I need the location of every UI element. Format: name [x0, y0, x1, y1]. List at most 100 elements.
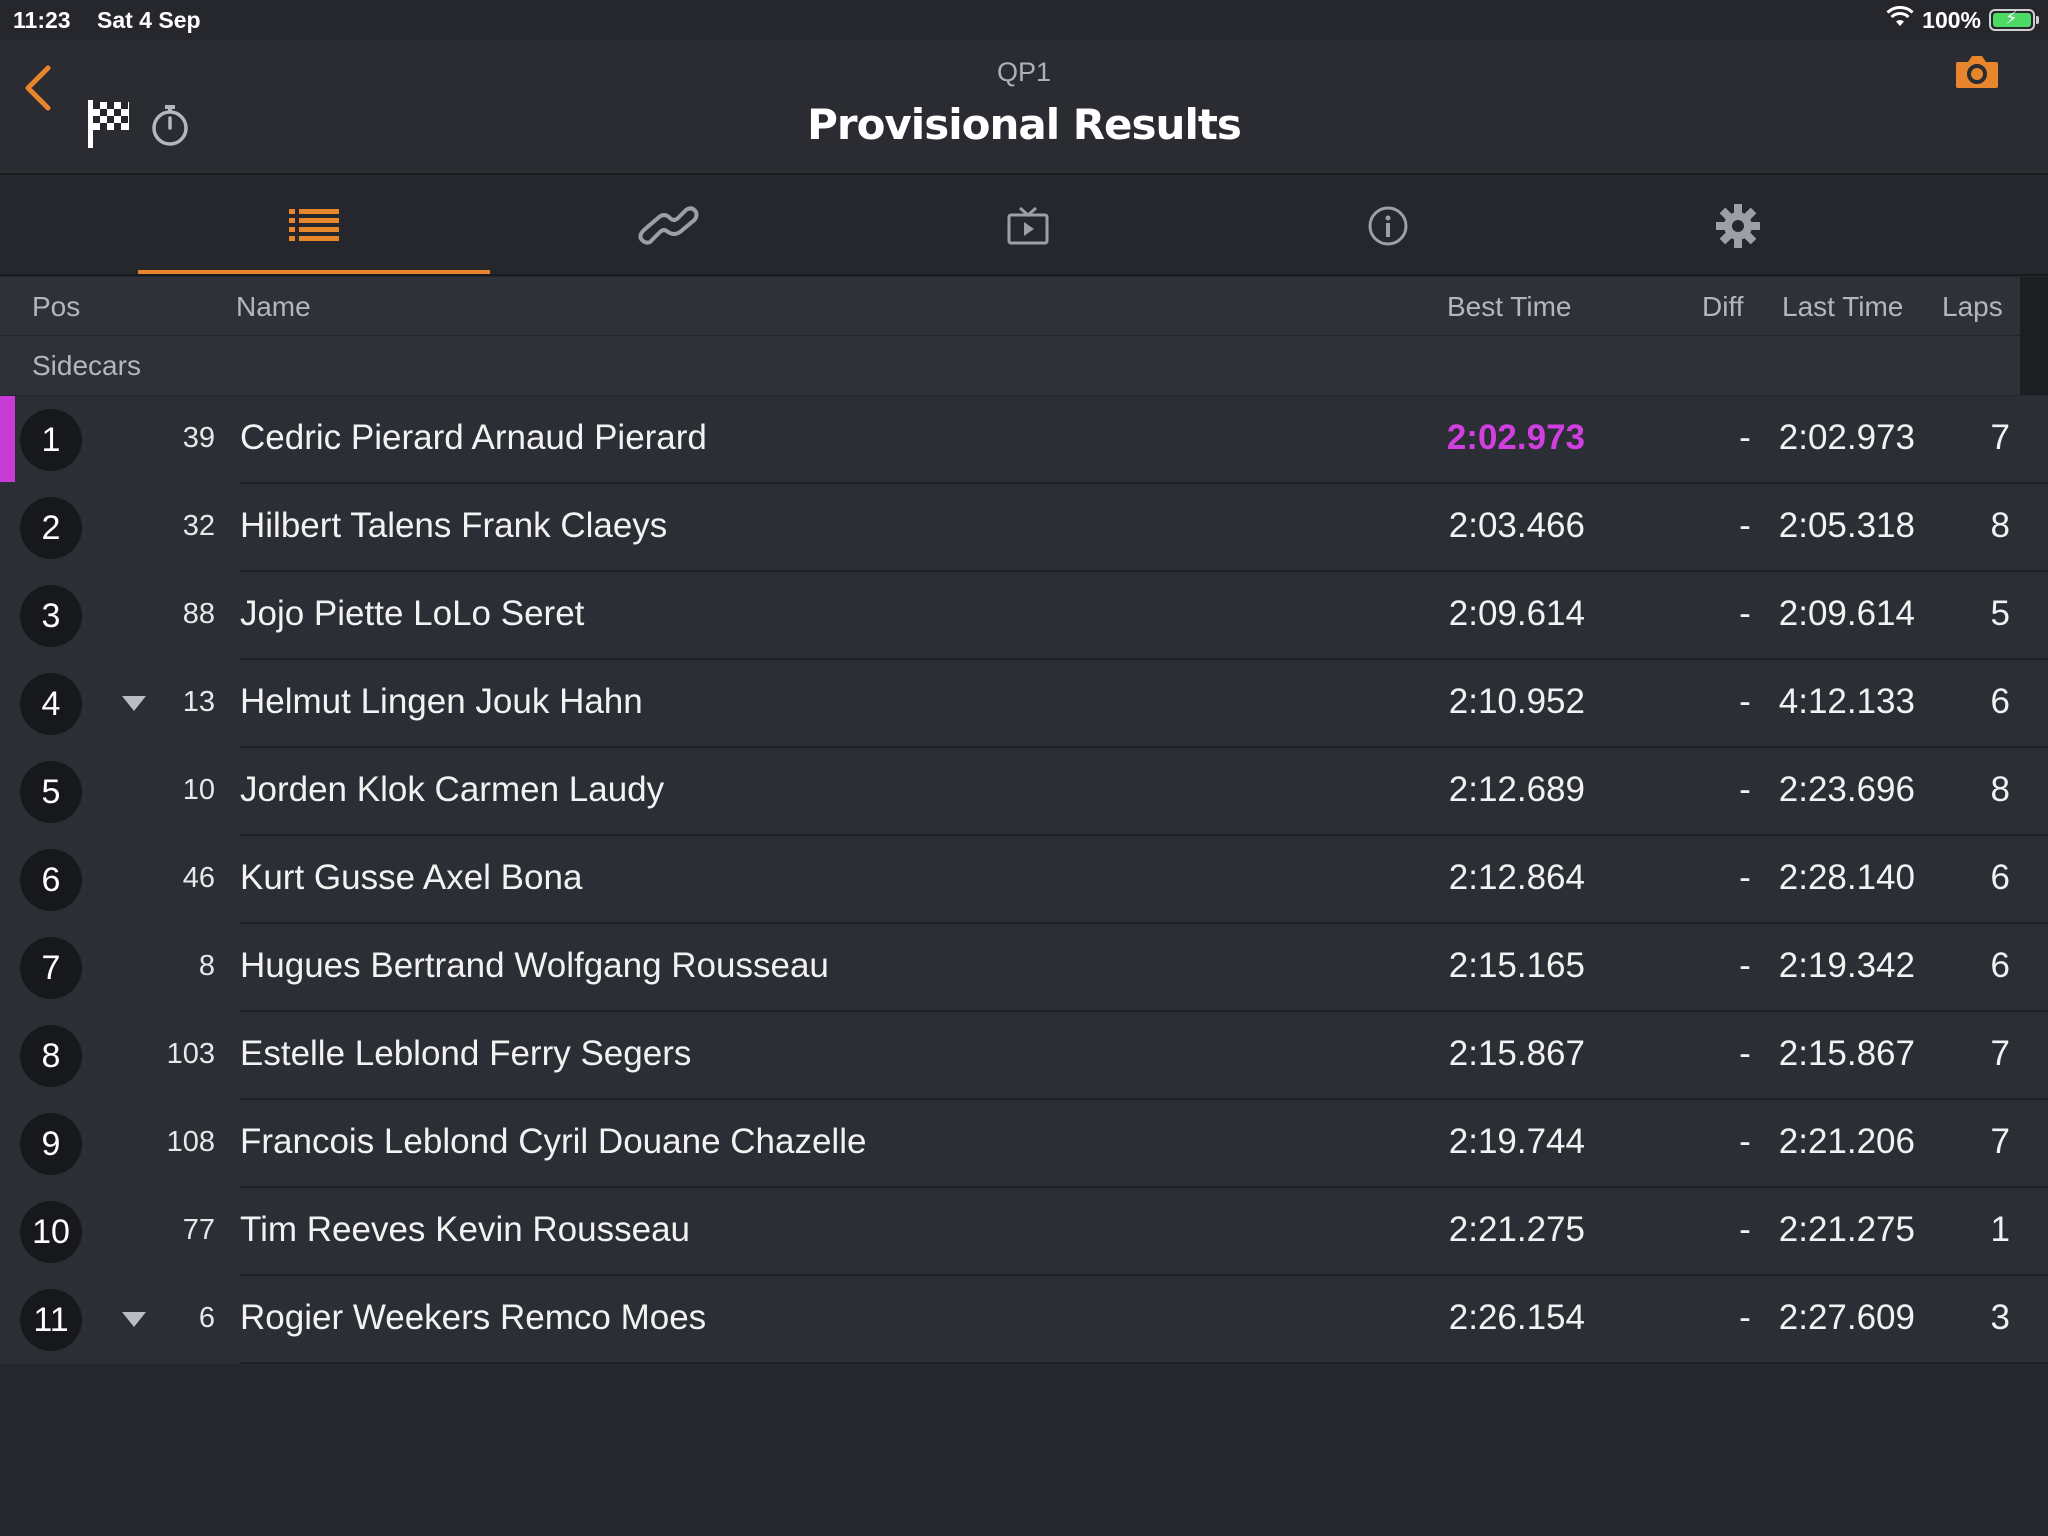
result-row[interactable]: 4 13 Helmut Lingen Jouk Hahn 2:10.952 -4:12.… [0, 660, 2048, 748]
status-indicators: 100% [1886, 5, 2039, 34]
result-row[interactable]: 1 39 Cedric Pierard Arnaud Pierard 2:02.973… [0, 396, 2048, 484]
camera-icon [1956, 56, 1998, 88]
tab-settings[interactable] [1562, 177, 1914, 274]
lap-count: 7 [1990, 1122, 2010, 1161]
result-row[interactable]: 9 108 Francois Leblond Cyril Douane Chazel… [0, 1100, 2048, 1188]
race-number: 46 [182, 862, 215, 894]
last-time: 2:15.867 [1778, 1034, 1915, 1073]
navigation-bar: QP1 Provisional Results [0, 40, 2048, 175]
last-time: 2:19.342 [1778, 946, 1915, 985]
last-time: 2:05.318 [1778, 506, 1915, 545]
lap-count: 6 [1990, 946, 2010, 985]
session-name: QP1 [996, 57, 1052, 87]
tab-bar [0, 177, 2048, 276]
class-group-header: Sidecars [0, 335, 2020, 395]
time-diff: - [1739, 418, 1751, 457]
position-badge: 10 [20, 1201, 82, 1263]
best-time: 2:26.154 [1448, 1298, 1585, 1337]
best-time: 2:21.275 [1448, 1210, 1585, 1249]
driver-names: Rogier Weekers Remco Moes [240, 1298, 707, 1337]
lap-count: 6 [1990, 682, 2010, 721]
last-time: 2:27.609 [1778, 1298, 1915, 1337]
column-best-time[interactable]: Best Time [1447, 291, 1571, 323]
position-badge: 5 [20, 761, 82, 823]
tab-info[interactable] [1212, 177, 1564, 274]
race-number: 108 [166, 1126, 215, 1158]
position-badge: 7 [20, 937, 82, 999]
best-time: 2:02.973 [1446, 418, 1585, 457]
lap-count: 5 [1990, 594, 2010, 633]
time-diff: - [1739, 946, 1751, 985]
column-pos[interactable]: Pos [32, 291, 80, 323]
track-icon [638, 205, 699, 245]
last-time: 2:21.206 [1778, 1122, 1915, 1161]
column-name[interactable]: Name [236, 291, 311, 323]
driver-names: Francois Leblond Cyril Douane Chazelle [240, 1122, 867, 1161]
last-time: 2:23.696 [1778, 770, 1915, 809]
result-row[interactable]: 3 88 Jojo Piette LoLo Seret 2:09.614-2:09.6… [0, 572, 2048, 660]
column-laps[interactable]: Laps [1942, 291, 2003, 323]
driver-names: Hilbert Talens Frank Claeys [240, 506, 668, 545]
last-time: 2:09.614 [1778, 594, 1915, 633]
driver-names: Jojo Piette LoLo Seret [240, 594, 585, 633]
result-row[interactable]: 11 6 Rogier Weekers Remco Moes 2:26.154 -2:2… [0, 1276, 2048, 1364]
best-time: 2:12.864 [1448, 858, 1585, 897]
tab-results-list[interactable] [138, 177, 490, 274]
page-title: Provisional Results [807, 100, 1242, 149]
time-diff: - [1739, 1298, 1751, 1337]
column-diff[interactable]: Diff [1702, 291, 1744, 323]
status-time: 11:23 [13, 7, 71, 33]
position-badge: 6 [20, 849, 82, 911]
last-time: 2:28.140 [1778, 858, 1915, 897]
row-divider-mask [0, 1362, 240, 1364]
lap-count: 7 [1990, 1034, 2010, 1073]
last-time: 2:21.275 [1778, 1210, 1915, 1249]
position-badge: 11 [20, 1289, 82, 1351]
driver-names: Hugues Bertrand Wolfgang Rousseau [240, 946, 829, 985]
driver-names: Kurt Gusse Axel Bona [240, 858, 583, 897]
position-badge: 8 [20, 1025, 82, 1087]
status-date: Sat 4 Sep [97, 7, 201, 33]
column-last-time[interactable]: Last Time [1782, 291, 1903, 323]
lap-count: 8 [1990, 770, 2010, 809]
lap-count: 7 [1990, 418, 2010, 457]
time-diff: - [1739, 1210, 1751, 1249]
class-name: Sidecars [32, 350, 141, 381]
info-icon [1368, 206, 1408, 245]
time-diff: - [1739, 1122, 1751, 1161]
best-time: 2:15.867 [1448, 1034, 1585, 1073]
fastest-lap-indicator [0, 396, 15, 482]
tab-live-tv[interactable] [852, 177, 1204, 274]
result-row[interactable]: 5 10 Jorden Klok Carmen Laudy 2:12.689 -2:23… [0, 748, 2048, 836]
driver-names: Cedric Pierard Arnaud Pierard [240, 418, 707, 457]
lap-count: 1 [1990, 1210, 2010, 1249]
race-number: 88 [182, 598, 215, 630]
result-row[interactable]: 2 32 Hilbert Talens Frank Claeys 2:03.466 -2… [0, 484, 2048, 572]
position-badge: 4 [20, 673, 82, 735]
position-badge: 2 [20, 497, 82, 559]
time-diff: - [1739, 594, 1751, 633]
result-row[interactable]: 8 103 Estelle Leblond Ferry Segers 2:15.867… [0, 1012, 2048, 1100]
race-number: 13 [182, 686, 215, 718]
tab-track-map[interactable] [492, 177, 844, 274]
best-time: 2:15.165 [1448, 946, 1585, 985]
result-row[interactable]: 7 8 Hugues Bertrand Wolfgang Rousseau 2:15.… [0, 924, 2048, 1012]
race-number: 6 [198, 1302, 215, 1334]
tv-icon [1007, 206, 1049, 244]
time-diff: - [1739, 858, 1751, 897]
driver-names: Tim Reeves Kevin Rousseau [240, 1210, 691, 1249]
result-row[interactable]: 6 46 Kurt Gusse Axel Bona 2:12.864 -2:28.140… [0, 836, 2048, 924]
camera-button[interactable] [1954, 52, 2000, 97]
best-time: 2:19.744 [1448, 1122, 1585, 1161]
best-time: 2:12.689 [1448, 770, 1585, 809]
race-number: 8 [198, 950, 215, 982]
time-diff: - [1739, 506, 1751, 545]
wifi-icon [1886, 5, 1914, 34]
battery-icon [1989, 8, 2039, 31]
position-badge: 9 [20, 1113, 82, 1175]
result-row[interactable]: 10 77 Tim Reeves Kevin Rousseau 2:21.275-2:… [0, 1188, 2048, 1276]
race-number: 32 [182, 510, 215, 542]
lap-count: 3 [1990, 1298, 2010, 1337]
status-bar: 11:23 Sat 4 Sep 100% [0, 0, 2048, 40]
driver-names: Jorden Klok Carmen Laudy [240, 770, 665, 809]
